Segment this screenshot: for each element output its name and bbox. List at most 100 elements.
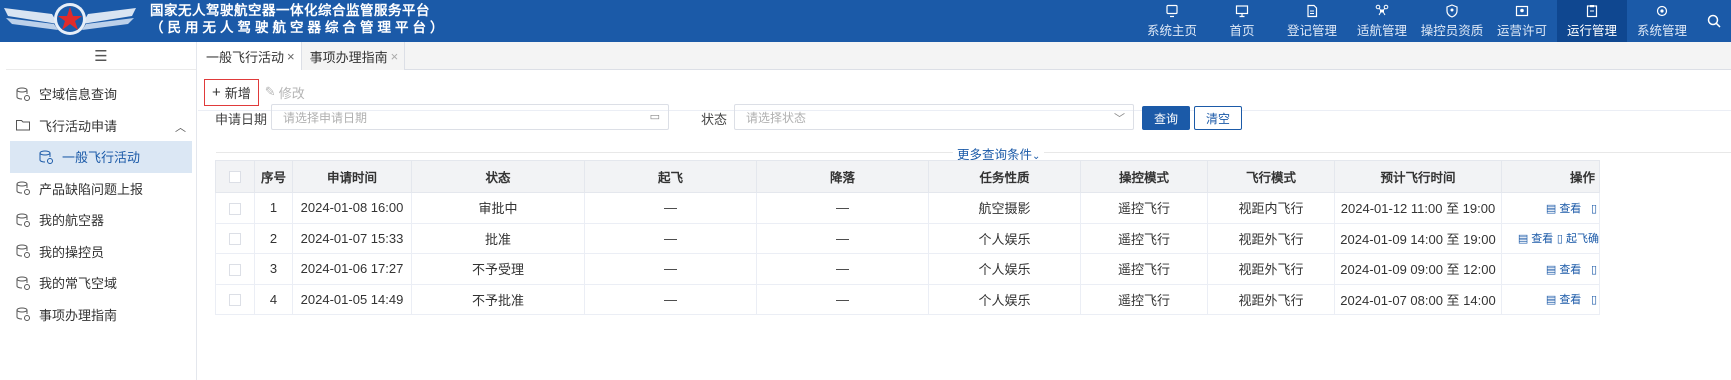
sidebar-item-my-airspace[interactable]: 我的常飞空域 [6, 267, 196, 299]
cell-nature: 个人娱乐 [928, 222, 1081, 254]
cell-control: 遥控飞行 [1080, 253, 1208, 285]
toolbar: + 新增 ✎ 修改 [204, 78, 305, 106]
cell-no: 3 [254, 253, 293, 285]
cell-nature: 个人娱乐 [928, 253, 1081, 285]
tab-guide[interactable]: 事项办理指南 × [301, 42, 406, 70]
query-button[interactable]: 查询 [1142, 106, 1190, 130]
cell-no: 4 [254, 283, 293, 315]
column-header: 操作 [1501, 160, 1600, 193]
cell-actions: ▤ 查看 ▯ [1501, 192, 1600, 224]
sidebar-item-general-flight[interactable]: 一般飞行活动 [10, 141, 192, 173]
cell-status: 批准 [411, 222, 585, 254]
view-icon: ▤ [1545, 294, 1560, 307]
cell-landing: — [756, 192, 929, 224]
view-link[interactable]: ▤ 查看 [1518, 233, 1553, 245]
clear-button[interactable]: 清空 [1194, 106, 1242, 130]
monitor-icon [1235, 4, 1249, 17]
database-icon [16, 213, 30, 227]
status-label: 状态 [701, 112, 728, 127]
nav-airworthiness[interactable]: 适航管理 [1347, 0, 1417, 42]
platform-title-main: 国家无人驾驶航空器一体化综合监管服务平台 [150, 3, 430, 18]
platform-title: 国家无人驾驶航空器一体化综合监管服务平台 （民用无人驾驶航空器综合管理平台） [150, 2, 448, 36]
close-icon[interactable]: × [391, 49, 399, 64]
close-icon[interactable]: × [287, 49, 295, 64]
table-row[interactable]: 2 2024-01-07 15:33 批准 — — 个人娱乐 遥控飞行 视距外飞… [215, 222, 1600, 254]
nav-operating-license[interactable]: 运营许可 [1487, 0, 1557, 42]
chevron-up-icon: ︿ [175, 121, 186, 134]
nav-label: 适航管理 [1356, 23, 1407, 38]
document-icon [1307, 4, 1318, 17]
drone-icon [1375, 4, 1389, 15]
column-header: 预计飞行时间 [1334, 160, 1502, 193]
cell-no: 1 [254, 192, 293, 224]
column-header: 起飞 [584, 160, 757, 193]
row-checkbox[interactable] [215, 192, 255, 224]
sidebar-item-airspace-query[interactable]: 空域信息查询 [6, 78, 196, 110]
add-button[interactable]: + 新增 [204, 78, 259, 106]
view-link[interactable]: ▤ 查看 [1546, 264, 1581, 276]
status-select[interactable]: 请选择状态 ﹀ [734, 104, 1134, 130]
more-actions-icon[interactable]: ▯ [1591, 203, 1597, 215]
view-link[interactable]: ▤ 查看 [1546, 294, 1581, 306]
cell-time: 2024-01-07 15:33 [292, 222, 412, 254]
cell-status: 审批中 [411, 192, 585, 224]
view-label: 查看 [1559, 294, 1582, 307]
top-header: 国家无人驾驶航空器一体化综合监管服务平台 （民用无人驾驶航空器综合管理平台） 系… [0, 0, 1731, 42]
nav-label: 系统管理 [1636, 23, 1687, 38]
header-search-button[interactable] [1697, 0, 1731, 42]
tab-general-flight[interactable]: 一般飞行活动 × [198, 42, 302, 70]
cell-status: 不予受理 [411, 253, 585, 285]
edit-button-label: 修改 [278, 85, 305, 101]
nav-operator-qualification[interactable]: 操控员资质 [1417, 0, 1487, 42]
table-row[interactable]: 3 2024-01-06 17:27 不予受理 — — 个人娱乐 遥控飞行 视距… [215, 253, 1600, 285]
sidebar-item-flight-application[interactable]: 飞行活动申请 ︿ [6, 110, 196, 142]
nav-system-home[interactable]: 系统主页 [1137, 0, 1207, 42]
search-form: 申请日期 请选择申请日期 ▭ 状态 请选择状态 ﹀ 查询 清空 [215, 104, 1715, 130]
top-nav: 系统主页 首页 登记管理 适航管理 操控员资质 运营许可 运行管理 系统管理 [1137, 0, 1731, 42]
row-checkbox[interactable] [215, 222, 255, 254]
select-all-checkbox[interactable] [215, 160, 255, 193]
settings-icon [1656, 5, 1668, 16]
row-checkbox[interactable] [215, 283, 255, 315]
more-actions-icon[interactable]: ▯ [1591, 294, 1597, 306]
view-icon: ▤ [1545, 202, 1560, 215]
sidebar-item-my-aircraft[interactable]: 我的航空器 [6, 204, 196, 236]
view-link[interactable]: ▤ 查看 [1546, 203, 1581, 215]
nav-label: 运行管理 [1566, 23, 1617, 38]
nav-label: 运营许可 [1496, 23, 1547, 38]
row-checkbox[interactable] [215, 253, 255, 285]
sidebar-item-defect-report[interactable]: 产品缺陷问题上报 [6, 173, 196, 205]
sidebar-item-label: 一般飞行活动 [62, 150, 141, 166]
nav-label: 系统主页 [1146, 23, 1197, 38]
takeoff-confirm-link[interactable]: ▯ 起飞确 [1557, 233, 1599, 245]
more-conditions-row: 更多查询条件⌄ [198, 144, 1731, 163]
cell-status: 不予批准 [411, 283, 585, 315]
nav-label: 操控员资质 [1420, 23, 1484, 38]
nav-home[interactable]: 首页 [1207, 0, 1277, 42]
table-row[interactable]: 4 2024-01-05 14:49 不予批准 — — 个人娱乐 遥控飞行 视距… [215, 283, 1600, 315]
sidebar-item-guide[interactable]: 事项办理指南 [6, 299, 196, 331]
view-label: 查看 [1559, 263, 1582, 276]
license-icon [1515, 5, 1529, 16]
sidebar-item-label: 空域信息查询 [39, 87, 118, 103]
column-header: 状态 [411, 160, 585, 193]
checkbox-icon [229, 294, 241, 307]
edit-button[interactable]: ✎ 修改 [265, 83, 305, 102]
cell-takeoff: — [584, 283, 757, 315]
takeoff-confirm-label: 起飞确 [1566, 233, 1599, 246]
sidebar-item-label: 我的操控员 [39, 244, 105, 260]
cell-takeoff: — [584, 192, 757, 224]
folder-icon [16, 120, 30, 131]
table-row[interactable]: 1 2024-01-08 16:00 审批中 — — 航空摄影 遥控飞行 视距内… [215, 192, 1600, 224]
view-icon: ▤ [1517, 233, 1532, 246]
cell-nature: 个人娱乐 [928, 283, 1081, 315]
more-actions-icon[interactable]: ▯ [1591, 264, 1597, 276]
nav-registration[interactable]: 登记管理 [1277, 0, 1347, 42]
sidebar-item-my-operators[interactable]: 我的操控员 [6, 236, 196, 268]
cell-flight: 视距外飞行 [1207, 222, 1335, 254]
date-picker-input[interactable]: 请选择申请日期 ▭ [271, 104, 669, 130]
sidebar-collapse-button[interactable]: ☰ [6, 42, 196, 70]
nav-system-management[interactable]: 系统管理 [1627, 0, 1697, 42]
nav-operations-management[interactable]: 运行管理 [1557, 0, 1627, 42]
cell-takeoff: — [584, 253, 757, 285]
